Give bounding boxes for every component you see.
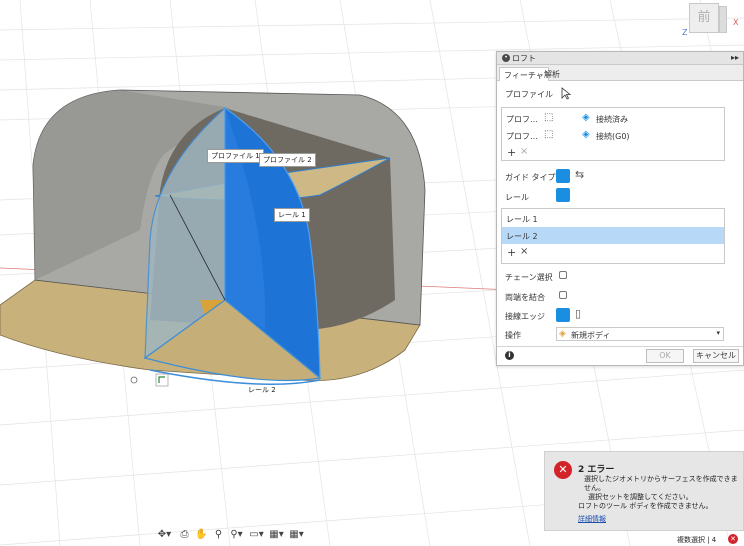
profile-sketch-icon: ⬚	[544, 112, 554, 123]
add-profile-icon[interactable]: +	[507, 146, 516, 159]
profile-name: プロフ…	[506, 115, 538, 124]
grid-icon[interactable]: ▦▾	[269, 528, 284, 542]
error-line: ロフトのツール ボディを作成できません。	[578, 502, 713, 510]
rail2-label: レール 2	[248, 386, 276, 394]
loft-title: ロフト	[512, 54, 536, 63]
loft-tabs: フィーチャ 解析	[497, 65, 743, 81]
tangent-merge-icon[interactable]	[556, 308, 570, 322]
view-cube-front-face[interactable]: 前	[689, 3, 719, 33]
profile-name: プロフ…	[506, 132, 538, 141]
axis-z-label: Z	[682, 28, 688, 37]
info-icon[interactable]: i	[505, 351, 514, 360]
merge-ends-label: 両端を結合	[505, 293, 545, 302]
profile-sketch-icon: ⬚	[544, 129, 554, 140]
remove-rail-icon[interactable]: ×	[520, 246, 528, 257]
divider	[497, 346, 743, 347]
navigation-toolbar: ✥▾ ⎙ ✋ ⚲ ⚲▾ ▭▾ ▦▾ ▦▾	[157, 527, 305, 543]
error-message: 選択したジオメトリからサーフェスを作成できません。 選択セットを調整してください…	[578, 475, 740, 511]
selection-status: 複数選択 | 4 ✕	[674, 533, 744, 546]
add-rail-icon[interactable]: +	[507, 246, 516, 259]
rail-label: レール	[505, 193, 529, 202]
new-body-icon: ◈	[559, 329, 566, 339]
merge-ends-checkbox[interactable]	[559, 291, 567, 299]
remove-profile-icon[interactable]: ×	[520, 146, 528, 157]
display-icon[interactable]: ▭▾	[249, 528, 264, 542]
operation-select[interactable]: ◈ 新規ボディ ▾	[556, 327, 724, 341]
orbit-icon[interactable]: ✥▾	[157, 528, 172, 542]
tab-analysis[interactable]: 解析	[540, 67, 564, 81]
error-panel: ✕ 2 エラー 選択したジオメトリからサーフェスを作成できません。 選択セットを…	[544, 451, 744, 531]
profile-label: プロファイル	[505, 90, 553, 99]
tangent-edges-label: 接線エッジ	[505, 312, 545, 321]
connection-icon[interactable]: ◈	[582, 112, 590, 123]
list-item[interactable]: プロフ… ⬚ ◈ 接続(G0)	[502, 127, 724, 144]
error-close-icon[interactable]: ✕	[728, 534, 738, 544]
profile2-tag[interactable]: プロファイル 2	[259, 153, 316, 167]
dialog-menu-icon[interactable]: •	[502, 54, 510, 62]
tangent-keep-icon[interactable]: ▯	[575, 307, 581, 320]
ok-button[interactable]: OK	[646, 349, 684, 363]
loft-dialog: • ロフト ▸▸ フィーチャ 解析 プロファイル プロフ… ⬚ ◈ 接続済み プ…	[496, 51, 744, 366]
learn-more-link[interactable]: 詳細情報	[578, 514, 606, 524]
error-line: 選択したジオメトリからサーフェスを作成できません。	[584, 475, 738, 492]
operation-value: 新規ボディ	[571, 331, 611, 340]
rail-list: レール 1 レール 2 + ×	[501, 208, 725, 264]
profile-status[interactable]: 接続済み	[596, 114, 628, 125]
zoom-fit-icon[interactable]: ⚲	[211, 528, 226, 542]
operation-label: 操作	[505, 331, 521, 340]
view-cube[interactable]: 前 X Z	[682, 0, 744, 44]
chain-select-checkbox[interactable]	[559, 271, 567, 279]
look-icon[interactable]: ⎙	[177, 528, 192, 542]
connection-icon[interactable]: ◈	[582, 129, 590, 140]
pan-icon[interactable]: ✋	[194, 528, 209, 542]
view-cube-side-face[interactable]	[719, 6, 727, 33]
guide-rails-icon[interactable]	[556, 169, 570, 183]
cursor-select-icon[interactable]	[559, 87, 573, 101]
list-item-selected[interactable]: レール 2	[502, 227, 724, 244]
profile1-tag[interactable]: プロファイル 1	[207, 149, 264, 163]
multi-select-count[interactable]: 複数選択 | 4	[677, 535, 716, 545]
error-line: 選択セットを調整してください。	[588, 493, 693, 501]
rail-name: レール 1	[506, 215, 538, 224]
list-item[interactable]: プロフ… ⬚ ◈ 接続済み	[502, 110, 724, 127]
cancel-button[interactable]: キャンセル	[693, 349, 739, 363]
chain-select-label: チェーン選択	[505, 273, 553, 282]
list-item[interactable]: レール 1	[502, 210, 724, 227]
zoom-icon[interactable]: ⚲▾	[229, 528, 244, 542]
profile-status[interactable]: 接続(G0)	[596, 131, 630, 142]
error-icon: ✕	[554, 461, 572, 479]
guide-centerline-icon[interactable]: ⇆	[575, 168, 584, 181]
profile-list: プロフ… ⬚ ◈ 接続済み プロフ… ⬚ ◈ 接続(G0) + ×	[501, 107, 725, 161]
rail1-tag[interactable]: レール 1	[274, 208, 310, 222]
loft-titlebar[interactable]: • ロフト ▸▸	[497, 52, 743, 65]
viewports-icon[interactable]: ▦▾	[289, 528, 304, 542]
expand-icon[interactable]: ▸▸	[731, 53, 739, 62]
rail-select-icon[interactable]	[556, 188, 570, 202]
error-title: 2 エラー	[578, 465, 615, 475]
axis-x-label: X	[733, 18, 739, 27]
rail-name: レール 2	[506, 232, 538, 241]
guide-type-label: ガイド タイプ	[505, 173, 556, 182]
chevron-down-icon[interactable]: ▾	[716, 329, 720, 337]
